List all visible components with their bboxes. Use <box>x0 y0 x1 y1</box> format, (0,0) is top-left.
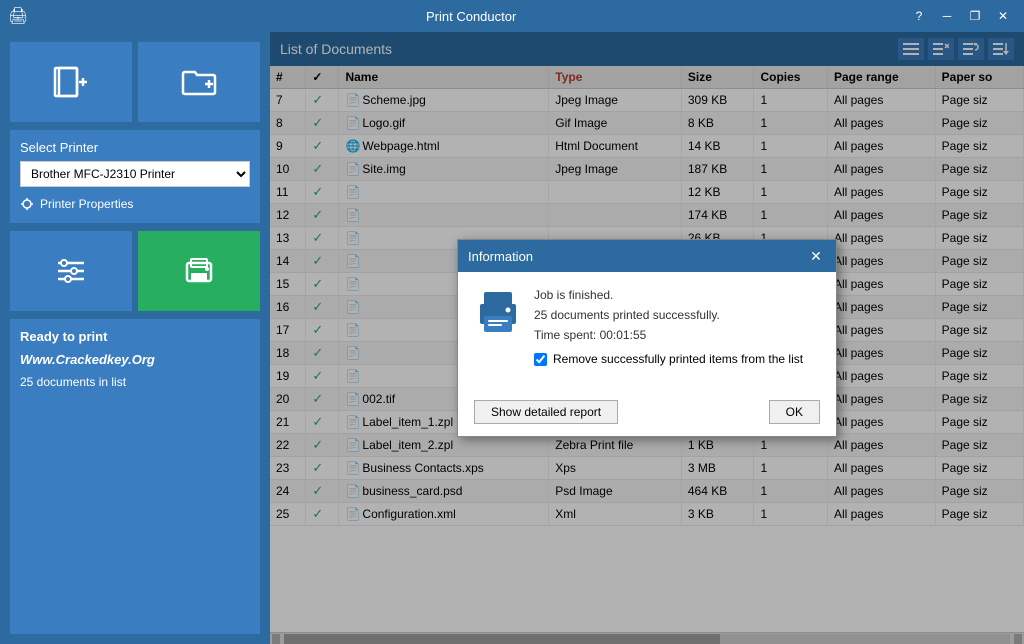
title-bar-controls: ? ─ ❐ ✕ <box>906 5 1016 27</box>
modal-overlay: Information ✕ <box>270 32 1024 644</box>
app-icon: 🖨 <box>8 6 28 26</box>
remove-printed-label[interactable]: Remove successfully printed items from t… <box>553 352 803 366</box>
printer-properties-label: Printer Properties <box>40 197 133 211</box>
modal-printer-icon <box>474 288 522 376</box>
modal-buttons: Show detailed report OK <box>458 392 836 436</box>
settings-button[interactable] <box>10 231 132 311</box>
modal-title: Information <box>468 249 533 264</box>
sidebar: Select Printer Brother MFC-J2310 Printer… <box>0 32 270 644</box>
watermark-text: Www.Crackedkey.Org <box>20 352 250 367</box>
maximize-button[interactable]: ❐ <box>962 5 988 27</box>
ok-button[interactable]: OK <box>769 400 820 424</box>
status-section: Ready to print Www.Crackedkey.Org 25 doc… <box>10 319 260 634</box>
action-buttons <box>10 42 260 122</box>
close-button[interactable]: ✕ <box>990 5 1016 27</box>
modal-checkbox-row: Remove successfully printed items from t… <box>534 352 820 366</box>
help-button[interactable]: ? <box>906 5 932 27</box>
printer-select[interactable]: Brother MFC-J2310 Printer <box>20 161 250 187</box>
printer-section: Select Printer Brother MFC-J2310 Printer… <box>10 130 260 223</box>
modal-line1: Job is finished. <box>534 288 820 302</box>
doc-count: 25 documents in list <box>20 375 250 389</box>
remove-printed-checkbox[interactable] <box>534 353 547 366</box>
modal-line2: 25 documents printed successfully. <box>534 308 820 322</box>
status-label: Ready to print <box>20 329 250 344</box>
doc-list-area: List of Documents <box>270 32 1024 644</box>
information-modal: Information ✕ <box>457 239 837 437</box>
add-files-button[interactable] <box>10 42 132 122</box>
app-title: Print Conductor <box>36 9 906 24</box>
print-button[interactable] <box>138 231 260 311</box>
title-bar: 🖨 Print Conductor ? ─ ❐ ✕ <box>0 0 1024 32</box>
modal-body: Job is finished. 25 documents printed su… <box>458 272 836 392</box>
add-folder-button[interactable] <box>138 42 260 122</box>
main-layout: Select Printer Brother MFC-J2310 Printer… <box>0 32 1024 644</box>
printer-properties-button[interactable]: Printer Properties <box>20 195 133 213</box>
minimize-button[interactable]: ─ <box>934 5 960 27</box>
select-printer-label: Select Printer <box>20 140 250 155</box>
modal-line3: Time spent: 00:01:55 <box>534 328 820 342</box>
modal-close-button[interactable]: ✕ <box>806 246 826 266</box>
show-report-button[interactable]: Show detailed report <box>474 400 618 424</box>
modal-header: Information ✕ <box>458 240 836 272</box>
settings-buttons <box>10 231 260 311</box>
modal-content: Job is finished. 25 documents printed su… <box>534 288 820 376</box>
